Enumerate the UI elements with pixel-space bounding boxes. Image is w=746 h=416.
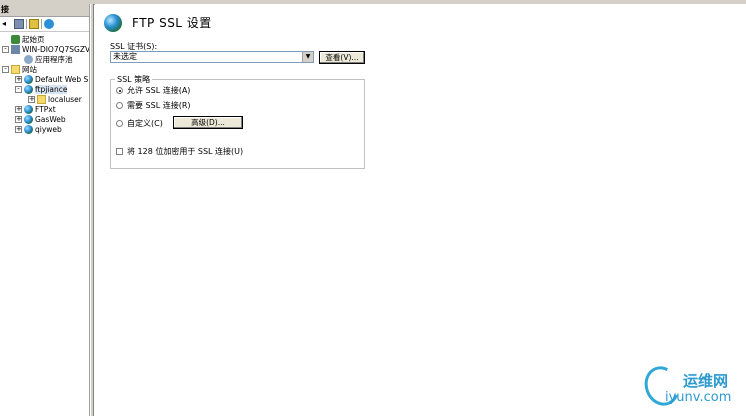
connections-header: 接 [0,4,89,17]
globe-icon [24,74,33,84]
tree-node[interactable]: + localuser [28,94,82,104]
tree-node-label: localuser [48,94,82,104]
folder-icon [37,94,46,104]
main-pane: FTP SSL 设置 SSL 证书(S): 未选定 ▼ 查看(V)... SSL… [95,4,746,416]
globe-icon [24,84,33,94]
watermark-cn: 运维网 [683,372,729,390]
collapse-icon[interactable]: - [2,65,9,73]
radio-require-indicator[interactable] [116,102,123,109]
tree-node-label: 网站 [22,64,37,74]
save-icon[interactable] [14,19,24,29]
chevron-down-icon[interactable]: ▼ [302,52,313,62]
start-page-icon [11,34,20,44]
advanced-button[interactable]: 高级(D)... [173,116,243,129]
radio-allow-ssl[interactable]: 允许 SSL 连接(A) [116,85,190,96]
tree-node-label: qiyweb [35,124,62,134]
ssl-certificate-select[interactable]: 未选定 ▼ [110,51,314,63]
radio-allow-indicator[interactable] [116,87,123,94]
tree-node[interactable]: - 网站 [2,64,37,74]
watermark-en: iyunv.com [665,390,732,405]
server-icon [11,44,20,54]
view-certificate-button[interactable]: 查看(V)... [319,51,365,64]
expand-icon[interactable]: + [15,125,22,133]
ssl-policy-legend: SSL 策略 [117,75,151,84]
tree-node[interactable]: + Default Web S: [15,74,90,84]
expand-icon[interactable]: + [28,95,35,103]
radio-custom-ssl[interactable]: 自定义(C) [116,118,163,129]
tree-node-label: WIN-DIO7Q7SGZVN (WIN [22,44,90,54]
radio-custom-label: 自定义(C) [127,119,163,128]
expand-icon[interactable]: + [15,75,22,83]
globe-icon [24,104,33,114]
checkbox-128bit-label: 将 128 位加密用于 SSL 连接(U) [127,147,244,156]
tree-node[interactable]: 应用程序池 [15,54,73,64]
tree-node-label: 应用程序池 [35,54,73,64]
tree-node[interactable]: + qiyweb [15,124,62,134]
tree-node[interactable]: - WIN-DIO7Q7SGZVN (WIN [2,44,90,54]
app-pool-icon [24,54,33,64]
toolbar-separator [26,19,27,29]
connect-site-icon[interactable] [44,19,54,29]
ftp-globe-icon [104,14,122,32]
sites-folder-icon [11,64,20,74]
radio-allow-label: 允许 SSL 连接(A) [127,86,191,95]
radio-require-ssl[interactable]: 需要 SSL 连接(R) [116,100,191,111]
watermark-logo: 运维网 iyunv.com [639,361,745,412]
checkbox-128bit-box[interactable] [116,148,123,155]
tree-node[interactable]: - ftpjiance [15,84,68,94]
tree-node[interactable]: + GasWeb [15,114,66,124]
tree-node-label: ftpjiance [35,84,68,94]
tree-node-label: 起始页 [22,34,45,44]
radio-custom-indicator[interactable] [116,120,123,127]
collapse-icon[interactable]: - [15,85,22,93]
tree-node[interactable]: 起始页 [2,34,45,44]
connect-icon[interactable] [29,19,39,29]
pane-splitter[interactable] [90,4,94,416]
tree-node-label: FTPxt [35,104,56,114]
connections-pane: 接 ◂ 起始页-WIN-DIO7Q7SGZVN (WIN应用程序池-网站+Def… [0,4,90,416]
connections-toolbar: ◂ [0,17,89,32]
tree-node-label: Default Web S: [35,74,90,84]
tree-node[interactable]: + FTPxt [15,104,56,114]
checkbox-128bit[interactable]: 将 128 位加密用于 SSL 连接(U) [116,146,243,157]
back-arrow-icon[interactable]: ◂ [2,19,12,29]
collapse-icon[interactable]: - [2,45,9,53]
toolbar-separator [41,19,42,29]
globe-icon [24,124,33,134]
tree-node-label: GasWeb [35,114,66,124]
expand-icon[interactable]: + [15,105,22,113]
page-title: FTP SSL 设置 [132,16,212,30]
radio-require-label: 需要 SSL 连接(R) [127,101,191,110]
ssl-certificate-value: 未选定 [113,52,137,61]
expand-icon[interactable]: + [15,115,22,123]
globe-icon [24,114,33,124]
